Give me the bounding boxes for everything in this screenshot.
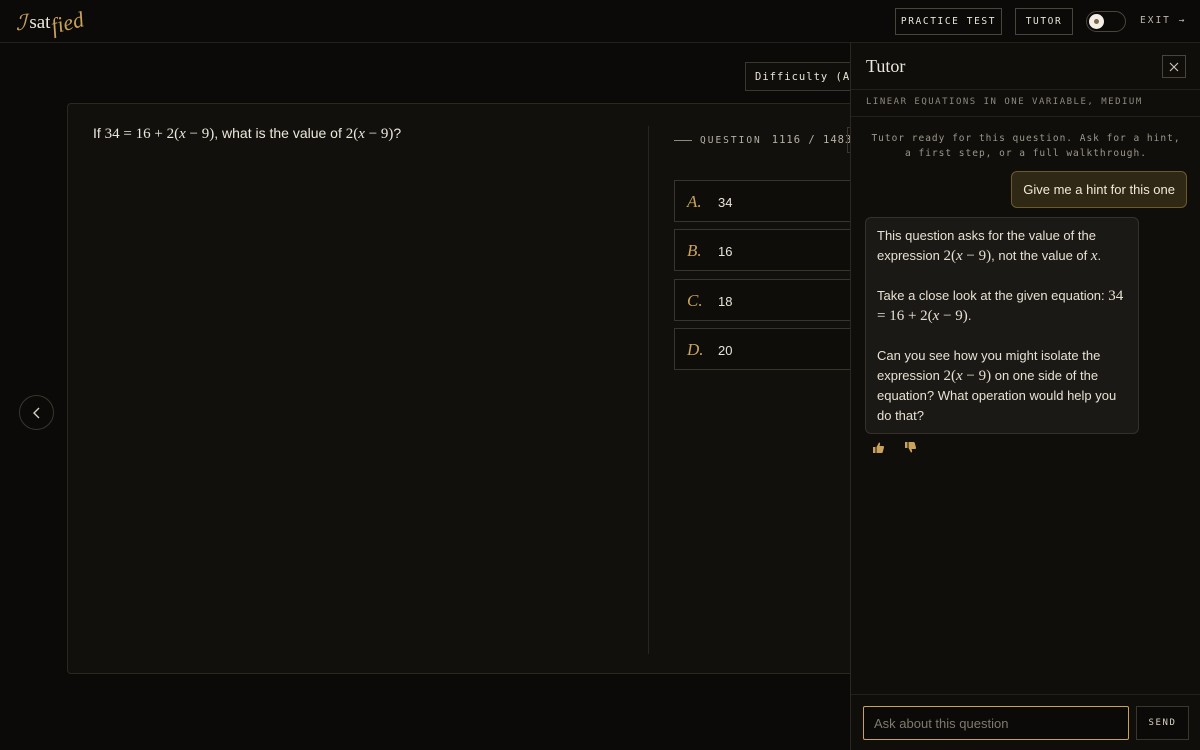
- previous-question-button[interactable]: [19, 395, 54, 430]
- divider: [851, 89, 1200, 90]
- stem-mid: , what is the value of: [214, 125, 346, 141]
- tutor-panel: Tutor LINEAR EQUATIONS IN ONE VARIABLE, …: [850, 43, 1200, 750]
- math-expression: 2(x − 9): [943, 247, 992, 264]
- tutor-intro: Tutor ready for this question. Ask for a…: [871, 133, 1181, 159]
- thumbs-up-button[interactable]: [872, 441, 888, 457]
- choice-value: 16: [718, 244, 733, 259]
- message-text: .: [1097, 247, 1102, 263]
- tutor-message-paragraph: Can you see how you might isolate the ex…: [877, 346, 1127, 425]
- stem-suffix: ?: [393, 125, 402, 141]
- choice-letter: D.: [687, 340, 704, 359]
- close-icon: [1169, 62, 1179, 71]
- message-text: , not the value of: [991, 247, 1091, 263]
- answer-choice-d[interactable]: D. 20: [674, 328, 868, 370]
- answer-choice-a[interactable]: A. 34: [674, 180, 868, 222]
- tutor-message-paragraph: Take a close look at the given equation:…: [877, 286, 1127, 327]
- tutor-topic: LINEAR EQUATIONS IN ONE VARIABLE, MEDIUM: [866, 97, 1143, 107]
- answer-choice-b[interactable]: B. 16: [674, 229, 868, 271]
- tutor-title: Tutor: [866, 56, 906, 76]
- divider-dash: [674, 139, 692, 141]
- close-tutor-button[interactable]: [1162, 55, 1186, 78]
- question-card: If 34 = 16 + 2(x − 9), what is the value…: [67, 103, 868, 674]
- message-text: Take a close look at the given equation:: [877, 287, 1109, 303]
- toggle-knob: [1089, 14, 1104, 29]
- question-position: 1116 / 1483: [771, 134, 853, 146]
- choice-value: 20: [718, 343, 733, 358]
- user-message: Give me a hint for this one: [1011, 171, 1187, 208]
- practice-test-button[interactable]: PRACTICE TEST: [895, 8, 1002, 35]
- choice-value: 34: [718, 195, 733, 210]
- thumbs-up-icon: [873, 442, 885, 453]
- exit-link[interactable]: EXIT →: [1140, 15, 1186, 26]
- difficulty-select[interactable]: Difficulty (All: [745, 62, 865, 91]
- chevron-left-icon: [32, 407, 39, 418]
- stem-expression: 2(x − 9): [345, 126, 394, 142]
- thumbs-down-icon: [905, 442, 917, 453]
- logo-script: fied: [48, 6, 87, 39]
- logo-text: sat: [29, 12, 51, 33]
- question-label: QUESTION: [700, 134, 762, 146]
- math-variable: x: [1090, 247, 1098, 264]
- top-bar: ℐ sat fied PRACTICE TEST TUTOR EXIT →: [0, 0, 1200, 43]
- divider: [851, 694, 1200, 695]
- stem-prefix: If: [93, 125, 105, 141]
- answer-choice-c[interactable]: C. 18: [674, 279, 868, 321]
- math-expression: 2(x − 9): [943, 367, 992, 384]
- tutor-button[interactable]: TUTOR: [1015, 8, 1073, 35]
- stem-equation: 34 = 16 + 2(x − 9): [104, 126, 215, 142]
- app-logo[interactable]: ℐ sat fied: [16, 6, 87, 40]
- question-stem: If 34 = 16 + 2(x − 9), what is the value…: [93, 125, 401, 143]
- choice-letter: A.: [687, 192, 702, 211]
- tutor-message-paragraph: This question asks for the value of the …: [877, 226, 1127, 266]
- choice-letter: B.: [687, 241, 702, 260]
- theme-toggle[interactable]: [1086, 11, 1126, 32]
- tutor-question-input[interactable]: [863, 706, 1129, 740]
- tutor-message: This question asks for the value of the …: [865, 217, 1139, 434]
- send-button[interactable]: SEND: [1136, 706, 1189, 740]
- choice-value: 18: [718, 294, 733, 309]
- logo-icon: ℐ: [16, 10, 27, 35]
- thumbs-down-button[interactable]: [904, 441, 920, 457]
- choice-letter: C.: [687, 291, 703, 310]
- message-text: .: [967, 308, 972, 323]
- question-counter: QUESTION 1116 / 1483: [674, 134, 852, 146]
- card-divider: [648, 126, 649, 654]
- divider: [851, 116, 1200, 117]
